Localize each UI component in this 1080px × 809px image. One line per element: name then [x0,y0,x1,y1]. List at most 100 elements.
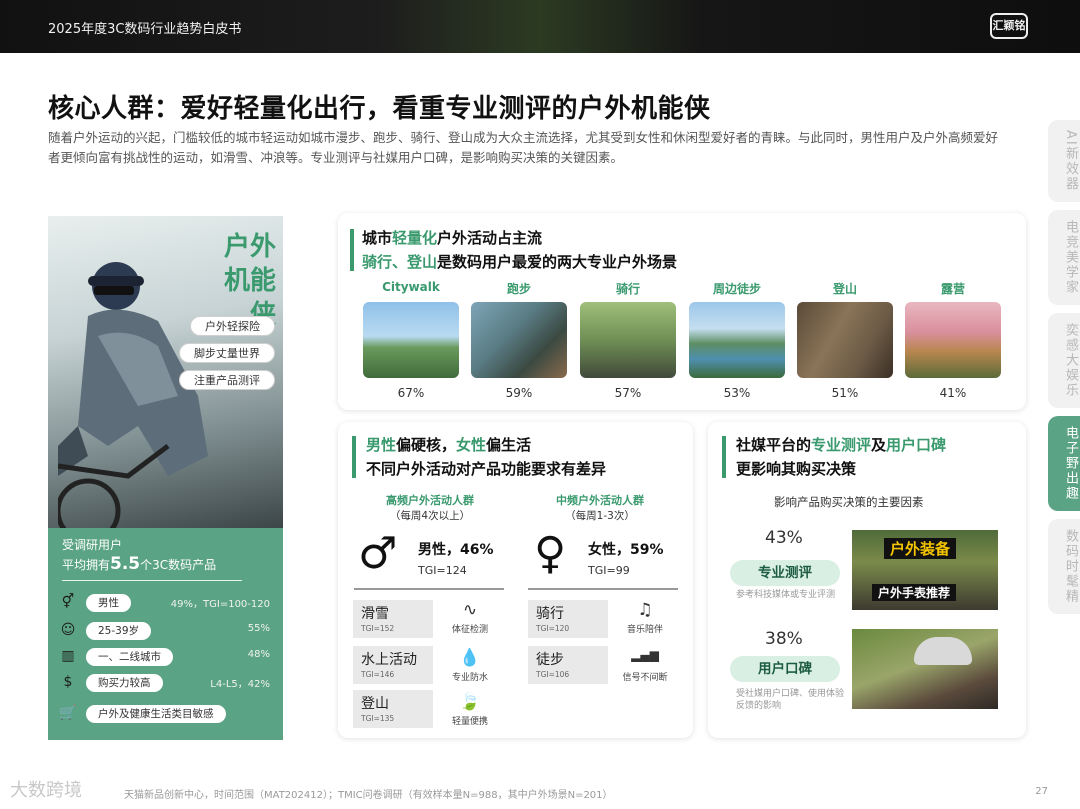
male-share: 男性，46% [418,542,494,558]
review-note: 参考科技媒体或专业评测 [736,590,836,600]
activity-skiing: 滑雪 TGI=152 [353,600,433,638]
wom-percent: 38% [765,629,803,649]
scene-percent: 41% [939,386,967,400]
scene-heading-2: 骑行、登山是数码用户最爱的两大专业户外场景 [362,253,678,271]
stat-label: 男性 [86,594,131,612]
scene-camping: 露营 41% [905,280,1001,400]
climbing-photo [797,302,893,378]
scene-hiking: 周边徒步 53% [689,280,785,400]
scene-cycling: 骑行 57% [580,280,676,400]
gender-heading-1: 男性偏硬核，女性偏生活 [366,436,532,454]
scene-percent: 51% [831,386,859,400]
wom-note: 受社媒用户口碑、使用体验反馈的影响 [736,689,845,711]
stat-label: 购买力较高 [86,674,163,692]
camping-photo [905,302,1001,378]
decision-factor-card: 社媒平台的专业测评及用户口碑 更影响其购买决策 影响产品购买决策的主要因素 43… [708,422,1026,738]
persona-tag: 注重产品测评 [179,370,275,390]
gear-review-photo: 户外装备 户外手表推荐 [852,530,998,610]
scene-name: 周边徒步 [712,282,761,296]
scene-climbing: 登山 51% [797,280,893,400]
cart-icon: 🛒 [59,705,77,721]
side-tab-fashion[interactable]: 数码时髦精 [1048,518,1080,614]
city-icon: ▥ [61,648,75,664]
accent-bar [350,229,354,271]
page-title: 核心人群：爱好轻量化出行，看重专业测评的户外机能侠 [48,94,711,124]
high-frequency-title: 高频户外活动人群 [386,494,474,507]
scene-percent: 67% [397,386,425,400]
high-frequency-sub: （每周4次以上） [389,510,471,522]
decision-subtitle: 影响产品购买决策的主要因素 [774,495,924,509]
page-number: 27 [1035,786,1048,797]
document-title: 2025年度3C数码行业趋势白皮书 [48,22,242,37]
money-icon: $ [63,674,73,690]
persona-tag: 脚步丈量世界 [179,343,275,363]
stat-purchasing-power: $ 购买力较高 L4-L5，42% [58,672,270,694]
gender-activity-card: 男性偏硬核，女性偏生活 不同户外活动对产品功能要求有差异 高频户外活动人群 （每… [338,422,693,738]
review-percent: 43% [765,528,803,548]
top-banner: 2025年度3C数码行业趋势白皮书 汇颖铭 [0,0,1080,53]
avg-products: 平均拥有5.5个3C数码产品 [62,554,217,574]
leaf-icon: 🍃 [459,692,481,712]
scene-name: 露营 [940,282,965,296]
cycling-photo [580,302,676,378]
divider [354,588,504,590]
female-share: 女性，59% [588,542,664,558]
brand-logo: 汇颖铭 [990,13,1028,39]
mid-frequency-title: 中频户外活动人群 [556,494,644,507]
helmet-shape [914,637,972,665]
wom-label: 用户口碑 [730,656,840,682]
divider [62,580,242,581]
pulse-icon: ∿ [462,600,478,620]
feature-signal: ▂▄▆ 信号不间断 [610,648,680,683]
source-note: 天猫新品创新中心，时间范围（MAT202412）；TMIC问卷调研（有效样本量N… [124,790,613,801]
mid-frequency-sub: （每周1-3次） [565,510,635,522]
scene-citywalk: Citywalk 67% [363,280,459,400]
divider [528,588,678,590]
persona-tag: 户外轻探险 [190,316,275,336]
stat-value: 48% [247,649,270,660]
persona-stats: 受调研用户 平均拥有5.5个3C数码产品 ⚥ 男性 49%，TGI=100-12… [48,528,283,740]
female-icon: ♀ [534,528,567,579]
male-icon: ♂ [358,528,398,579]
stat-value: 49%，TGI=100-120 [170,599,270,610]
decision-heading-2: 更影响其购买决策 [736,460,857,478]
water-drop-icon: 💧 [459,648,481,668]
activity-cycling: 骑行 TGI=120 [528,600,608,638]
side-tab-entertainment[interactable]: 奕感大娱乐 [1048,312,1080,408]
stat-value: L4-L5，42% [210,679,270,690]
decision-heading-1: 社媒平台的专业测评及用户口碑 [736,436,947,454]
feature-music: ♫ 音乐陪伴 [610,600,680,635]
female-tgi: TGI=99 [588,564,630,577]
male-tgi: TGI=124 [418,564,467,577]
scene-name: Citywalk [382,280,440,294]
gender-icon: ⚥ [61,594,75,610]
feature-waterproof: 💧 专业防水 [435,648,505,683]
stat-category: 🛒 户外及健康生活类目敏感 [58,703,270,725]
watermark: 大数跨境 [10,780,82,801]
running-photo [471,302,567,378]
footer: 天猫新品创新中心，时间范围（MAT202412）；TMIC问卷调研（有效样本量N… [0,777,1080,809]
scene-name: 登山 [832,282,857,296]
gender-heading-2: 不同户外活动对产品功能要求有差异 [366,460,607,478]
stat-gender: ⚥ 男性 49%，TGI=100-120 [58,592,270,614]
side-tab-esports[interactable]: 电竞美学家 [1048,209,1080,305]
scene-percent: 59% [505,386,533,400]
intro-paragraph: 随着户外运动的兴起，门槛较低的城市轻运动如城市漫步、跑步、骑行、登山成为大众主流… [48,130,999,165]
stat-value: 55% [247,623,270,634]
scene-running: 跑步 59% [471,280,567,400]
accent-bar [722,436,726,478]
side-tab-outdoor[interactable]: 电子野出趣 [1048,415,1080,511]
scene-name: 骑行 [615,282,640,296]
review-label: 专业测评 [730,560,840,586]
accent-bar [352,436,356,478]
cyclist-helmet-photo [852,629,998,709]
stat-city: ▥ 一、二线城市 48% [58,646,270,668]
scene-percent: 57% [614,386,642,400]
side-tab-ai[interactable]: AI新效器 [1048,120,1080,202]
feature-portable: 🍃 轻量便携 [435,692,505,727]
hiking-photo [689,302,785,378]
survey-label: 受调研用户 [62,538,123,552]
stat-label: 25-39岁 [86,622,152,640]
activity-climbing: 登山 TGI=135 [353,690,433,728]
music-note-icon: ♫ [637,600,653,620]
